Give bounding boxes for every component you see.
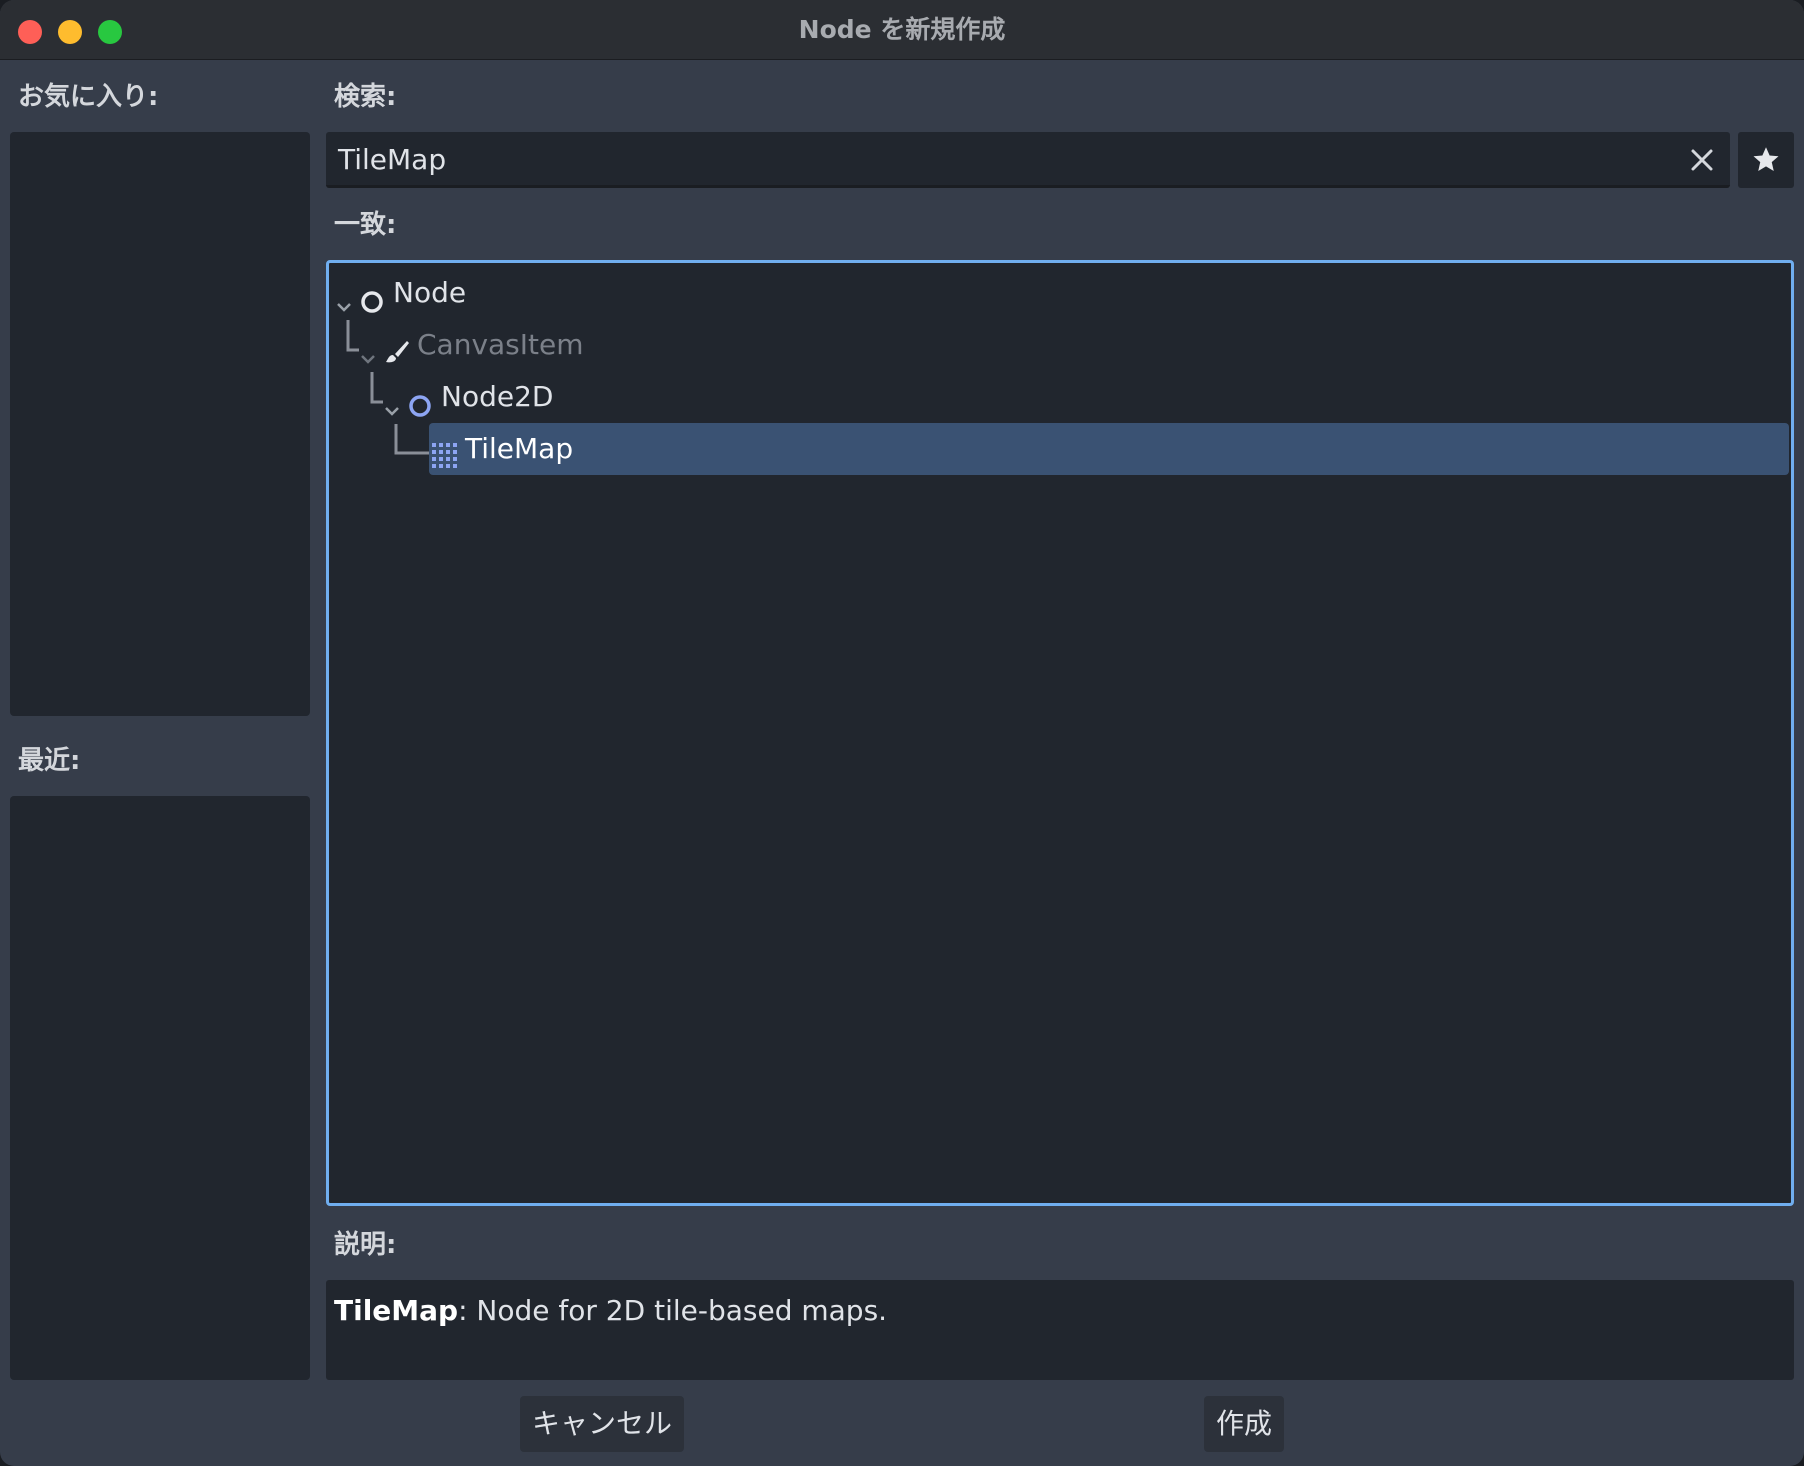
tree-item-tilemap[interactable]: TileMap [429,423,1789,475]
close-icon[interactable] [1684,142,1720,178]
description-node-name: TileMap [334,1294,459,1327]
tree-item-node[interactable]: Node [329,267,1789,319]
tree-item-label: Node2D [441,380,554,413]
recent-label: 最近: [18,746,81,776]
window-title: Node を新規作成 [798,15,1006,44]
favorites-list[interactable] [10,132,310,716]
matches-tree[interactable]: Node CanvasItem Node2D TileMap [326,260,1794,1206]
tree-item-label: TileMap [465,432,574,465]
description-body: Node for 2D tile-based maps. [467,1294,888,1327]
recent-list[interactable] [10,796,310,1380]
cancel-button[interactable]: キャンセル [520,1396,684,1452]
description-label: 説明: [334,1230,397,1260]
create-button[interactable]: 作成 [1204,1396,1284,1452]
title-bar: Node を新規作成 [0,0,1804,60]
tree-item-label: Node [393,276,467,309]
favorites-label: お気に入り: [18,82,159,112]
tilemap-grid-icon [431,435,459,487]
favorite-button[interactable] [1738,132,1794,188]
create-node-dialog: Node を新規作成 お気に入り: 最近: 検索: TileMap 一致: No… [0,0,1804,1466]
description-separator: : [458,1294,468,1327]
tree-item-node2d[interactable]: Node2D [329,371,1789,423]
description-text: TileMap: Node for 2D tile-based maps. [334,1294,887,1327]
chevron-down-icon[interactable] [383,385,401,437]
description-panel: TileMap: Node for 2D tile-based maps. [326,1280,1794,1380]
search-label: 検索: [334,82,397,112]
matches-label: 一致: [334,210,397,240]
search-input[interactable]: TileMap [326,132,1730,188]
search-input-value: TileMap [338,143,447,176]
tree-item-canvasitem[interactable]: CanvasItem [329,319,1789,371]
tree-item-label: CanvasItem [417,328,584,361]
